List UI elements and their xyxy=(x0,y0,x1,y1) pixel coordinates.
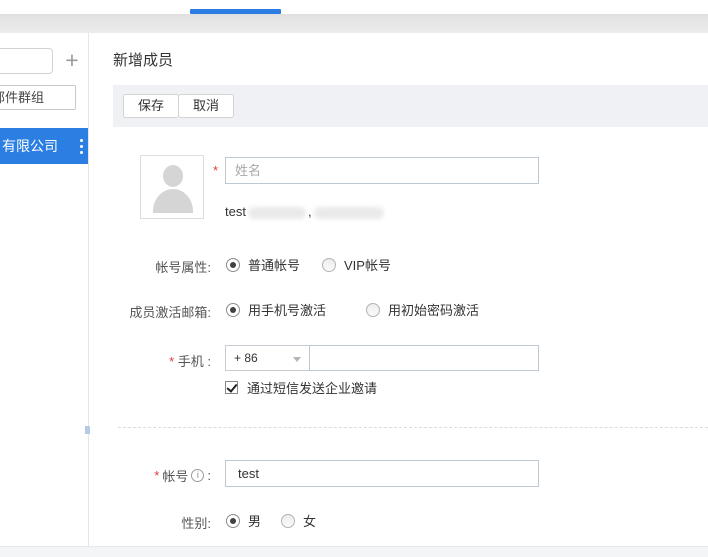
radio-activate-by-password[interactable] xyxy=(366,303,380,317)
activation-options: 用手机号激活 用初始密码激活 xyxy=(226,300,479,319)
account-label: * 帐号 i : xyxy=(113,466,211,485)
country-code-value: + 86 xyxy=(234,351,258,365)
group-search-input[interactable] xyxy=(0,48,53,74)
cancel-button[interactable]: 取消 xyxy=(178,94,234,118)
radio-gender-male[interactable] xyxy=(226,514,240,528)
redacted-text xyxy=(314,207,384,219)
save-button[interactable]: 保存 xyxy=(123,94,179,118)
bottom-band xyxy=(0,546,708,557)
radio-activate-by-password-label[interactable]: 用初始密码激活 xyxy=(388,300,479,319)
sms-invite-checkbox[interactable] xyxy=(225,381,238,394)
phone-required-mark: * xyxy=(169,354,174,369)
account-required-mark: * xyxy=(154,468,159,483)
account-label-colon: : xyxy=(207,468,211,483)
top-gray-band xyxy=(0,14,708,33)
name-input[interactable] xyxy=(225,157,539,184)
radio-activate-by-phone-label[interactable]: 用手机号激活 xyxy=(248,300,326,319)
radio-gender-female[interactable] xyxy=(281,514,295,528)
sidebar-item-mail-group[interactable]: 邮件群组 xyxy=(0,85,76,110)
radio-gender-female-label[interactable]: 女 xyxy=(303,511,316,530)
activation-label: 成员激活邮箱: xyxy=(113,302,211,321)
sms-invite-label[interactable]: 通过短信发送企业邀请 xyxy=(247,378,377,397)
sidebar: + 邮件群组 有限公司 xyxy=(0,33,89,546)
toolbar: 保存 取消 xyxy=(113,85,708,127)
account-type-options: 普通帐号 VIP帐号 xyxy=(226,255,391,274)
info-icon[interactable]: i xyxy=(191,469,204,482)
company-name-label: 有限公司 xyxy=(0,136,80,156)
avatar-placeholder[interactable] xyxy=(140,155,204,219)
name-required-mark: * xyxy=(213,163,218,178)
radio-activate-by-phone[interactable] xyxy=(226,303,240,317)
avatar-silhouette-head xyxy=(163,165,183,187)
country-code-select[interactable]: + 86 xyxy=(225,345,310,371)
page-title: 新增成员 xyxy=(113,49,173,70)
radio-normal-account[interactable] xyxy=(226,258,240,272)
email-prefix: test xyxy=(225,204,246,219)
more-options-icon[interactable] xyxy=(80,139,89,154)
radio-vip-account-label[interactable]: VIP帐号 xyxy=(344,255,391,274)
redacted-text xyxy=(248,207,306,219)
account-input[interactable] xyxy=(225,460,539,487)
add-member-page: + 邮件群组 有限公司 新增成员 保存 取消 * test, 帐号属性: 普通帐… xyxy=(0,0,708,557)
phone-label: * 手机 : xyxy=(113,351,211,370)
account-type-label: 帐号属性: xyxy=(113,257,211,276)
avatar-silhouette-body xyxy=(153,189,193,213)
sidebar-item-company[interactable]: 有限公司 xyxy=(0,128,89,164)
gender-options: 男 女 xyxy=(226,511,316,530)
radio-gender-male-label[interactable]: 男 xyxy=(248,511,261,530)
divider-handle[interactable] xyxy=(85,426,90,434)
account-label-text: 帐号 xyxy=(162,466,188,485)
sms-invite-row: 通过短信发送企业邀请 xyxy=(225,378,377,397)
email-separator: , xyxy=(308,204,312,219)
section-divider xyxy=(118,427,708,428)
member-email-text: test, xyxy=(225,204,386,219)
add-group-button[interactable]: + xyxy=(61,48,83,74)
phone-label-text: 手机 : xyxy=(178,354,211,369)
chevron-down-icon xyxy=(293,357,301,362)
gender-label: 性别: xyxy=(113,513,211,532)
radio-vip-account[interactable] xyxy=(322,258,336,272)
phone-input[interactable] xyxy=(309,345,539,371)
radio-normal-account-label[interactable]: 普通帐号 xyxy=(248,255,300,274)
